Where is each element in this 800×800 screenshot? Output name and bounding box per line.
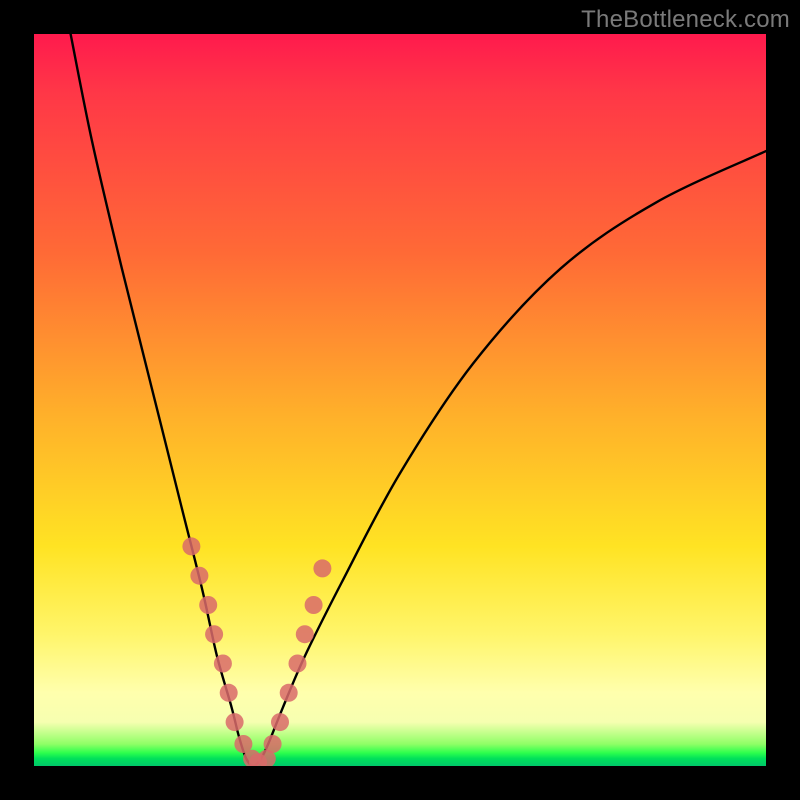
marker-point <box>220 684 238 702</box>
marker-point <box>296 625 314 643</box>
highlighted-points <box>182 537 331 766</box>
marker-point <box>271 713 289 731</box>
bottleneck-curve <box>71 34 766 766</box>
marker-point <box>305 596 323 614</box>
marker-point <box>264 735 282 753</box>
marker-point <box>199 596 217 614</box>
marker-point <box>226 713 244 731</box>
marker-point <box>214 655 232 673</box>
chart-plot-area <box>34 34 766 766</box>
marker-point <box>205 625 223 643</box>
watermark-text: TheBottleneck.com <box>581 6 790 34</box>
marker-point <box>280 684 298 702</box>
marker-point <box>289 655 307 673</box>
marker-point <box>313 559 331 577</box>
chart-svg <box>34 34 766 766</box>
marker-point <box>190 567 208 585</box>
marker-point <box>182 537 200 555</box>
chart-frame: TheBottleneck.com <box>0 0 800 800</box>
